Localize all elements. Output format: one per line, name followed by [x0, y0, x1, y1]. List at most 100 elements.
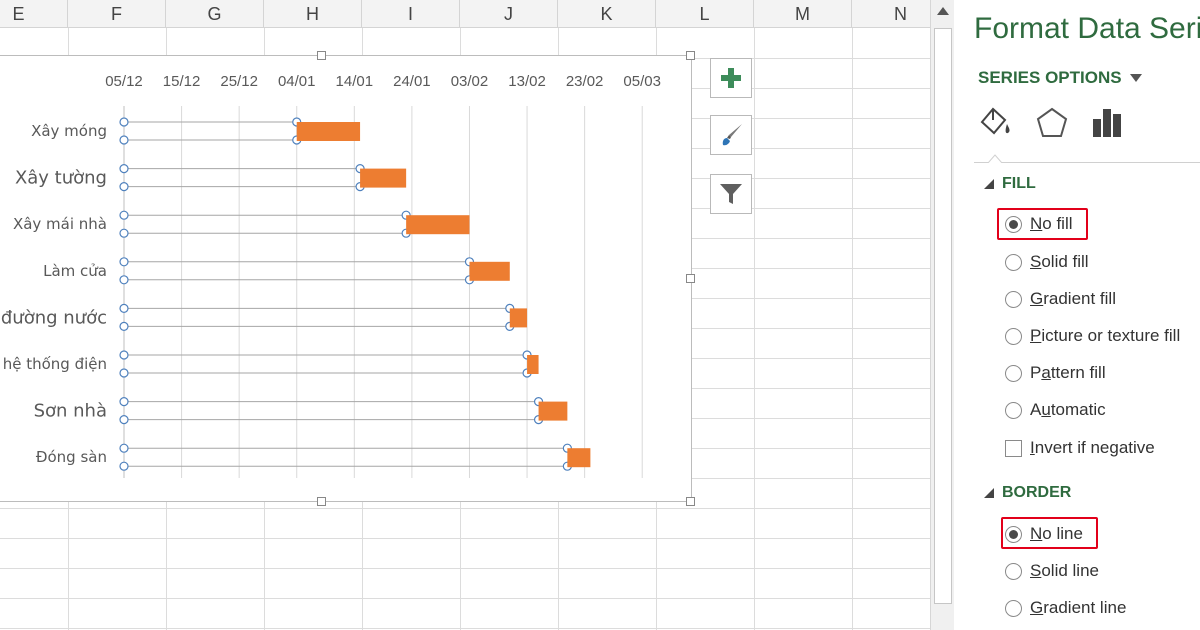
highlight-box: [1001, 517, 1098, 549]
selection-handle: [119, 397, 129, 407]
accelerator-key: G: [1030, 598, 1044, 617]
column-header-j[interactable]: J: [460, 0, 558, 28]
collapse-triangle-icon: [984, 488, 994, 498]
column-letter: F: [111, 3, 122, 24]
column-header-k[interactable]: K: [558, 0, 656, 28]
selection-handle: [119, 303, 129, 313]
scroll-thumb[interactable]: [934, 28, 952, 604]
option-label: Automatic: [1030, 400, 1106, 420]
accelerator-key: S: [1030, 561, 1042, 580]
vertical-scrollbar[interactable]: [930, 0, 954, 630]
gantt-chart[interactable]: 05/12 15/12 25/12 04/01 14/01 24/01 03/02 13/02…: [0, 51, 695, 506]
paint-bucket-icon: [980, 107, 1010, 134]
selection-handle: [119, 443, 129, 453]
chart-filters-button[interactable]: [710, 174, 752, 214]
tab-effects[interactable]: [1034, 105, 1070, 146]
series-options-dropdown[interactable]: SERIES OPTIONS: [978, 68, 1142, 88]
radio-pattern-fill[interactable]: [1005, 364, 1022, 382]
label-text: ttern fill: [1050, 363, 1106, 382]
column-letter: M: [795, 3, 810, 24]
selection-handle: [119, 275, 129, 285]
column-headers: E F G H I J K L M N: [0, 0, 930, 28]
option-solid-fill[interactable]: Solid fill: [1005, 252, 1089, 272]
category-label: Xây mái nhà: [13, 215, 107, 233]
selection-handle: [119, 210, 129, 220]
selection-handle: [119, 117, 129, 127]
gridline-horizontal: [0, 598, 930, 599]
category-label: Làm cửa: [43, 262, 107, 280]
option-picture-texture-fill[interactable]: Picture or texture fill: [1005, 326, 1180, 346]
x-tick-label: 14/01: [336, 73, 374, 90]
column-header-n[interactable]: N: [852, 0, 930, 28]
column-header-f[interactable]: F: [68, 0, 166, 28]
option-label: Gradient line: [1030, 598, 1126, 618]
x-tick-label: 13/02: [508, 73, 546, 90]
accelerator-key: P: [1030, 326, 1042, 345]
resize-handle-top-right[interactable]: [686, 51, 695, 60]
checkbox-invert-if-negative[interactable]: [1005, 439, 1022, 457]
column-header-i[interactable]: I: [362, 0, 460, 28]
fill-header-label: FILL: [1002, 175, 1036, 192]
option-invert-if-negative[interactable]: Invert if negative: [1005, 438, 1155, 458]
category-label: Sơn nhà: [34, 401, 107, 422]
selection-handle: [119, 257, 129, 267]
label-text: nvert if negative: [1034, 438, 1155, 457]
option-label: Picture or texture fill: [1030, 326, 1180, 346]
gridline-horizontal: [0, 568, 930, 569]
border-section-header[interactable]: BORDER: [984, 484, 1071, 502]
column-header-g[interactable]: G: [166, 0, 264, 28]
chart-styles-button[interactable]: [710, 115, 752, 155]
column-letter: G: [207, 3, 222, 24]
fill-section-header[interactable]: FILL: [984, 175, 1036, 193]
column-header-m[interactable]: M: [754, 0, 852, 28]
accelerator-key: S: [1030, 252, 1042, 271]
tab-series-options[interactable]: [1090, 105, 1126, 146]
label-text: tomatic: [1050, 400, 1106, 419]
option-solid-line[interactable]: Solid line: [1005, 561, 1099, 581]
resize-handle-bottom-right[interactable]: [686, 497, 695, 506]
x-tick-label: 05/12: [105, 73, 143, 90]
accelerator-key: a: [1041, 363, 1051, 382]
column-letter: K: [600, 3, 613, 24]
caret-down-icon: [1129, 74, 1142, 82]
duration-bar: [527, 355, 539, 374]
option-automatic[interactable]: Automatic: [1005, 400, 1106, 420]
radio-solid-line[interactable]: [1005, 562, 1022, 580]
duration-bar: [406, 215, 470, 235]
duration-bar: [360, 168, 407, 188]
spreadsheet-grid[interactable]: E F G H I J K L M N 05/12 15/12 25/12 04/01…: [0, 0, 930, 630]
option-gradient-line[interactable]: Gradient line: [1005, 598, 1126, 618]
radio-solid-fill[interactable]: [1005, 253, 1022, 271]
resize-handle-bottom[interactable]: [317, 497, 326, 506]
option-pattern-fill[interactable]: Pattern fill: [1005, 363, 1106, 383]
radio-automatic[interactable]: [1005, 401, 1022, 419]
category-label: Xây tường: [15, 168, 107, 189]
column-header-h[interactable]: H: [264, 0, 362, 28]
triangle-up-icon: [937, 7, 949, 15]
resize-handle-right[interactable]: [686, 274, 695, 283]
pane-title: Format Data Series: [974, 12, 1200, 45]
label-text: olid line: [1041, 561, 1099, 580]
column-letter: I: [407, 3, 413, 24]
category-label: đường nước: [1, 307, 107, 328]
column-header-e[interactable]: E: [0, 0, 68, 28]
resize-handle-top[interactable]: [317, 51, 326, 60]
tab-fill-line[interactable]: [978, 105, 1014, 146]
scroll-up-button[interactable]: [934, 2, 952, 20]
chart-elements-button[interactable]: [710, 58, 752, 98]
label-text: P: [1030, 363, 1042, 382]
column-header-l[interactable]: L: [656, 0, 754, 28]
plus-icon: [721, 68, 741, 88]
radio-gradient-fill[interactable]: [1005, 290, 1022, 308]
column-letter: H: [306, 3, 319, 24]
option-gradient-fill[interactable]: Gradient fill: [1005, 289, 1116, 309]
x-tick-label: 05/03: [623, 73, 661, 90]
column-letter: J: [504, 3, 513, 24]
selection-handle: [119, 135, 129, 145]
column-letter: E: [12, 3, 25, 24]
format-tabs: [978, 105, 1126, 145]
radio-picture-texture-fill[interactable]: [1005, 327, 1022, 345]
radio-gradient-line[interactable]: [1005, 599, 1022, 617]
label-text: radient fill: [1043, 289, 1116, 308]
gridline-horizontal: [0, 508, 930, 509]
